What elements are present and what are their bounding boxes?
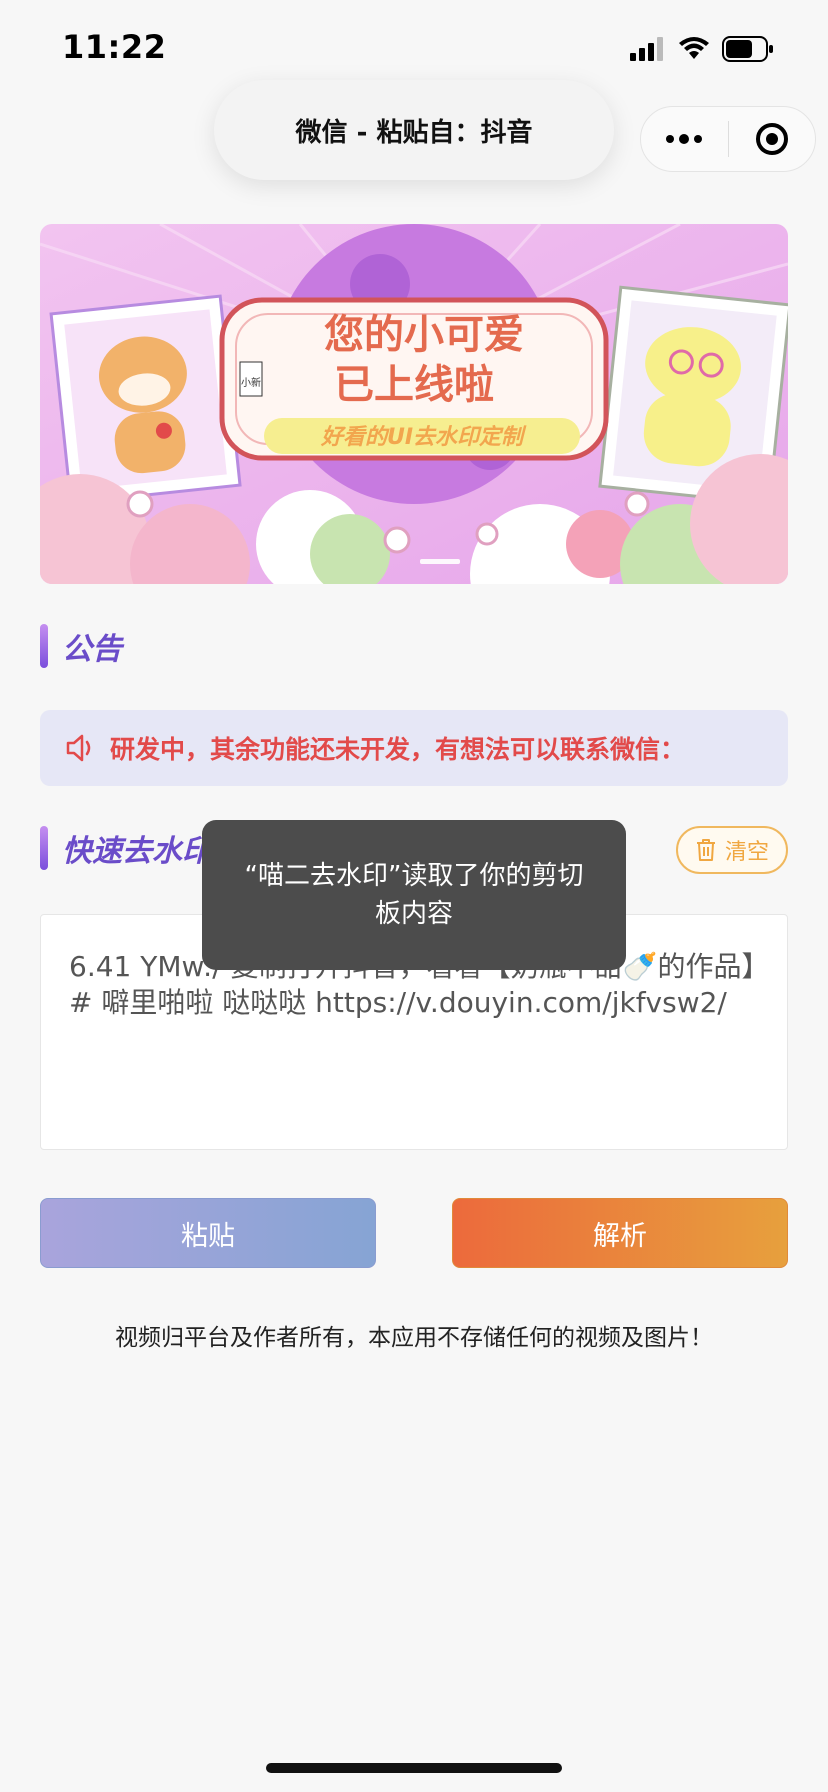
promo-banner[interactable]: 您的小可爱 已上线啦 好看的UI去水印定制 小新 bbox=[40, 224, 788, 584]
target-icon bbox=[755, 123, 788, 155]
battery-icon bbox=[722, 36, 773, 62]
more-dot-icon bbox=[679, 134, 690, 144]
section-accent-bar bbox=[40, 624, 48, 668]
quick-section-title: 快速去水印 bbox=[40, 826, 212, 870]
banner-illustration: 您的小可爱 已上线啦 好看的UI去水印定制 小新 bbox=[40, 224, 788, 584]
notice-title: 公告 bbox=[62, 632, 122, 667]
banner-badge: 小新 bbox=[241, 376, 261, 389]
more-dot-icon bbox=[666, 135, 675, 143]
parse-button[interactable]: 解析 bbox=[452, 1198, 788, 1268]
banner-headline-line1: 您的小可爱 bbox=[324, 312, 524, 358]
banner-subline: 好看的UI去水印定制 bbox=[320, 424, 527, 450]
status-icons bbox=[630, 36, 774, 62]
disclaimer-text: 视频归平台及作者所有，本应用不存储任何的视频及图片！ bbox=[115, 1325, 713, 1351]
notice-bar: 研发中，其余功能还未开发，有想法可以联系微信： bbox=[40, 710, 788, 786]
cellular-signal-icon bbox=[630, 37, 663, 61]
clipboard-toast: “喵二去水印”读取了你的剪切板内容 bbox=[202, 820, 626, 970]
more-dot-icon bbox=[694, 135, 703, 143]
more-menu-button[interactable] bbox=[641, 107, 728, 171]
wifi-icon bbox=[679, 37, 709, 59]
trash-icon bbox=[696, 839, 715, 861]
speaker-icon bbox=[66, 734, 91, 762]
status-time: 11:22 bbox=[62, 28, 167, 66]
paste-source-pill: 微信 - 粘贴自：抖音 bbox=[214, 80, 614, 180]
notice-text: 研发中，其余功能还未开发，有想法可以联系微信： bbox=[110, 735, 686, 764]
quick-title: 快速去水印 bbox=[62, 834, 212, 869]
notice-section-title: 公告 bbox=[40, 624, 122, 668]
section-accent-bar bbox=[40, 826, 48, 870]
clear-label: 清空 bbox=[724, 840, 769, 865]
miniprogram-capsule bbox=[640, 106, 816, 172]
close-miniprogram-button[interactable] bbox=[729, 107, 816, 171]
clear-button[interactable]: 清空 bbox=[676, 826, 788, 874]
paste-button[interactable]: 粘贴 bbox=[40, 1198, 376, 1268]
home-indicator[interactable] bbox=[266, 1763, 562, 1773]
banner-headline-line2: 已上线啦 bbox=[334, 362, 494, 408]
